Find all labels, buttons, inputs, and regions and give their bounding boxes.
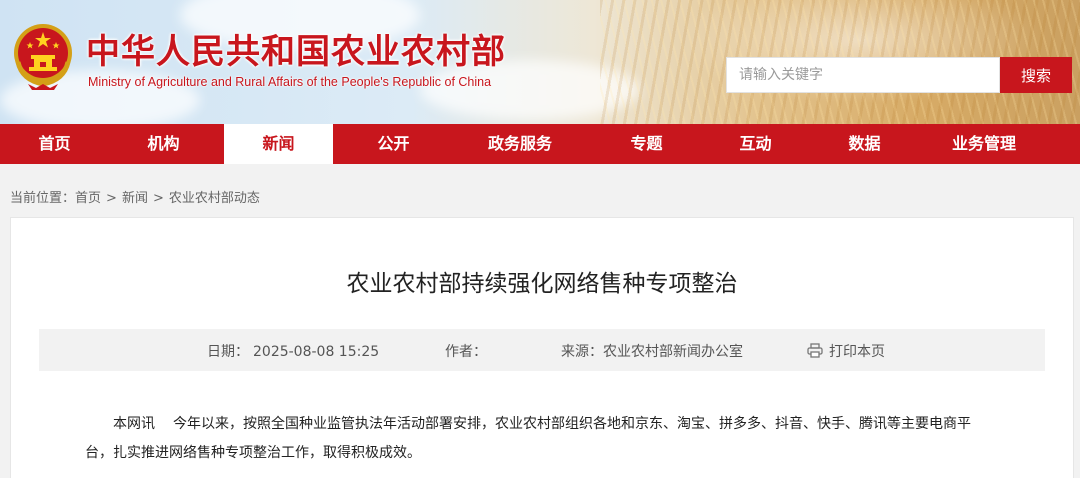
nav-item-government-services[interactable]: 政务服务 bbox=[448, 124, 592, 164]
nav-item-organization[interactable]: 机构 bbox=[109, 124, 218, 164]
site-title-english: Ministry of Agriculture and Rural Affair… bbox=[88, 75, 492, 89]
nav-item-interaction[interactable]: 互动 bbox=[701, 124, 810, 164]
article-body-line: 台，扎实推进网络售种专项整治工作，取得积极成效。 bbox=[85, 445, 421, 461]
search-input[interactable] bbox=[726, 57, 1000, 93]
print-page-button[interactable]: 打印本页 bbox=[807, 341, 885, 361]
breadcrumb-prefix: 当前位置： bbox=[10, 191, 76, 206]
national-emblem-icon[interactable] bbox=[10, 22, 76, 92]
header-banner: 中华人民共和国农业农村部 Ministry of Agriculture and… bbox=[0, 0, 1080, 124]
breadcrumb-separator: > bbox=[106, 191, 117, 206]
nav-item-business-management[interactable]: 业务管理 bbox=[919, 124, 1049, 164]
search-button[interactable]: 搜索 bbox=[1000, 57, 1072, 93]
nav-item-news[interactable]: 新闻 bbox=[224, 124, 333, 164]
article-title: 农业农村部持续强化网络售种专项整治 bbox=[346, 271, 738, 297]
article-source: 来源：农业农村部新闻办公室 bbox=[561, 341, 743, 361]
date-label: 日期： bbox=[207, 344, 249, 360]
article-card: 农业农村部持续强化网络售种专项整治 日期： 2025-08-08 15:25 作者… bbox=[10, 217, 1074, 478]
printer-icon bbox=[807, 343, 823, 358]
nav-item-data[interactable]: 数据 bbox=[810, 124, 919, 164]
breadcrumb-ministry-news[interactable]: 农业农村部动态 bbox=[169, 191, 260, 206]
breadcrumb-news[interactable]: 新闻 bbox=[122, 191, 148, 206]
article-meta-bar: 日期： 2025-08-08 15:25 作者： 来源：农业农村部新闻办公室 打印… bbox=[39, 329, 1045, 371]
article-body-line: 今年以来，按照全国种业监管执法年活动部署安排，农业农村部组织各地和京东、淘宝、拼… bbox=[173, 416, 971, 432]
article-date: 日期： 2025-08-08 15:25 bbox=[207, 341, 379, 361]
main-nav: 首页 机构 新闻 公开 政务服务 专题 互动 数据 业务管理 bbox=[0, 124, 1080, 164]
breadcrumb: 当前位置：首页 > 新闻 > 农业农村部动态 bbox=[10, 187, 260, 206]
date-value: 2025-08-08 15:25 bbox=[253, 344, 380, 360]
article-paragraph: 本网讯 今年以来，按照全国种业监管执法年活动部署安排，农业农村部组织各地和京东、淘… bbox=[85, 410, 1005, 439]
nav-item-topics[interactable]: 专题 bbox=[592, 124, 701, 164]
author-label: 作者： bbox=[445, 344, 487, 360]
article-body: 本网讯 今年以来，按照全国种业监管执法年活动部署安排，农业农村部组织各地和京东、淘… bbox=[85, 410, 1005, 468]
source-label: 来源： bbox=[561, 344, 603, 360]
article-author: 作者： bbox=[445, 341, 487, 361]
print-label: 打印本页 bbox=[829, 344, 885, 360]
source-value: 农业农村部新闻办公室 bbox=[603, 344, 743, 360]
breadcrumb-home[interactable]: 首页 bbox=[75, 191, 101, 206]
breadcrumb-separator: > bbox=[152, 191, 164, 206]
article-lead: 本网讯 bbox=[113, 416, 155, 432]
site-title[interactable]: 中华人民共和国农业农村部 bbox=[86, 24, 506, 73]
nav-item-home[interactable]: 首页 bbox=[0, 124, 109, 164]
nav-item-public[interactable]: 公开 bbox=[339, 124, 448, 164]
